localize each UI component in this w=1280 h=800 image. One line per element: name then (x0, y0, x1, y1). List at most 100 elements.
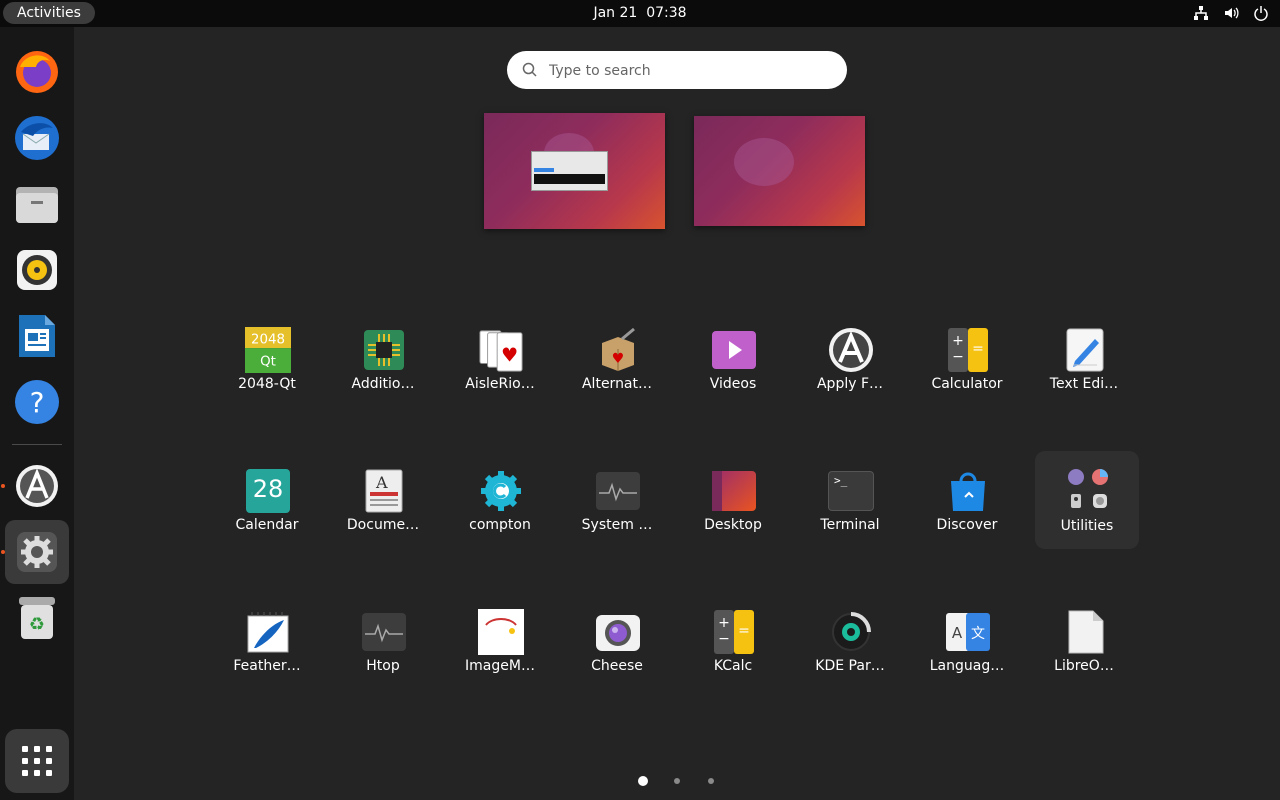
page-dot-2[interactable] (674, 778, 680, 784)
app-desktop[interactable]: Desktop (681, 464, 785, 560)
app-label: Apply F… (816, 376, 884, 392)
app-label: compton (469, 517, 531, 533)
app-kde-partition-manager[interactable]: KDE Par… (798, 605, 902, 701)
writer-icon (19, 315, 55, 357)
dock: ? ♻ (0, 27, 74, 800)
app-kcalc[interactable]: + − = KCalc (681, 605, 785, 701)
app-aisleriot[interactable]: ♥ AisleRio… (448, 323, 552, 419)
app-label: KDE Par… (815, 658, 885, 674)
app-label: ImageM… (465, 658, 535, 674)
compton-icon (478, 468, 524, 514)
svg-text:A: A (375, 473, 388, 492)
dock-item-software[interactable] (5, 454, 69, 518)
app-label: LibreO… (1054, 658, 1114, 674)
svg-text:=: = (972, 341, 984, 357)
dock-item-thunderbird[interactable] (5, 106, 69, 170)
app-document-viewer[interactable]: A Docume… (331, 464, 435, 560)
dock-item-rhythmbox[interactable] (5, 238, 69, 302)
app-imagemagick[interactable]: ImageM… (448, 605, 552, 701)
dock-item-writer[interactable] (5, 304, 69, 368)
app-feathernotes[interactable]: Feather… (215, 605, 319, 701)
svg-text:=: = (738, 623, 750, 639)
dock-item-help[interactable]: ? (5, 370, 69, 434)
rhythmbox-icon (17, 250, 57, 290)
page-dot-1[interactable] (638, 776, 648, 786)
files-icon (16, 187, 58, 223)
calendar-tile: 28 (246, 469, 290, 513)
clock: Jan 21 07:38 (0, 0, 1280, 26)
app-label: AisleRio… (465, 376, 535, 392)
clock-button[interactable]: Jan 21 07:38 (593, 5, 686, 21)
window-thumbnail[interactable] (531, 151, 608, 191)
app-2048-qt[interactable]: 2048 Qt 2048-Qt (215, 323, 319, 419)
app-libreoffice[interactable]: LibreO… (1032, 605, 1136, 701)
workspace-thumbnail-2[interactable] (694, 116, 865, 226)
2048-icon: 2048 Qt (245, 327, 291, 373)
svg-text:♥: ♥ (612, 351, 625, 367)
app-videos[interactable]: Videos (681, 323, 785, 419)
window-thumbnail-accent (534, 168, 554, 172)
libreoffice-icon (1062, 609, 1108, 655)
app-label: Languag… (929, 658, 1005, 674)
wallpaper-jellyfish (734, 138, 794, 186)
videos-icon (711, 327, 757, 373)
dock-item-files[interactable] (5, 172, 69, 236)
app-htop[interactable]: Htop (331, 605, 435, 701)
dock-item-trash[interactable]: ♻ (5, 586, 69, 650)
app-cheese[interactable]: Cheese (565, 605, 669, 701)
software-icon (16, 465, 58, 507)
app-label: Alternat… (581, 376, 653, 392)
app-discover[interactable]: Discover (915, 464, 1019, 560)
dock-separator (12, 444, 62, 445)
search-box[interactable] (507, 51, 847, 89)
app-alternatives[interactable]: ♥ Alternat… (565, 323, 669, 419)
search-input[interactable] (547, 59, 831, 83)
app-label: Cheese (591, 658, 643, 674)
page-dot-3[interactable] (708, 778, 714, 784)
network-icon[interactable] (1192, 4, 1210, 22)
app-terminal[interactable]: >_ Terminal (798, 464, 902, 560)
app-label: KCalc (713, 658, 753, 674)
thunderbird-icon (15, 116, 59, 160)
svg-text:?: ? (30, 386, 45, 419)
svg-text:♻: ♻ (29, 614, 45, 635)
app-label: Additio… (351, 376, 415, 392)
svg-text:Qt: Qt (260, 354, 276, 369)
workspace-thumbnail-1[interactable] (484, 113, 665, 229)
window-thumbnail-bar (534, 174, 605, 184)
app-label: Calculator (931, 376, 1003, 392)
terminal-icon: >_ (828, 468, 874, 514)
app-calculator[interactable]: + − = Calculator (915, 323, 1019, 419)
dock-item-settings[interactable] (5, 520, 69, 584)
app-label: Docume… (346, 517, 420, 533)
svg-text:文: 文 (971, 626, 985, 642)
app-label: Videos (709, 376, 757, 392)
folder-utilities[interactable]: Utilities (1035, 451, 1139, 549)
trash-icon: ♻ (19, 597, 55, 639)
show-apps-button[interactable] (5, 729, 69, 793)
settings-icon (17, 532, 57, 572)
apply-icon (828, 327, 874, 373)
svg-text:2048: 2048 (251, 332, 285, 347)
system-tray[interactable] (1192, 4, 1270, 22)
app-language-support[interactable]: A文 Languag… (915, 605, 1019, 701)
dock-item-firefox[interactable] (5, 40, 69, 104)
terminal-prompt: >_ (834, 474, 848, 487)
app-text-editor[interactable]: Text Edi… (1032, 323, 1136, 419)
app-additional-drivers[interactable]: Additio… (331, 323, 435, 419)
document-viewer-icon: A (361, 468, 407, 514)
app-label: Utilities (1060, 518, 1114, 534)
power-icon[interactable] (1252, 4, 1270, 22)
app-apply-full-upgrade[interactable]: Apply F… (798, 323, 902, 419)
app-compton[interactable]: compton (448, 464, 552, 560)
volume-icon[interactable] (1222, 4, 1240, 22)
svg-text:A: A (952, 624, 963, 642)
terminal-tile: >_ (828, 471, 874, 511)
top-bar: Activities Jan 21 07:38 (0, 0, 1280, 27)
activities-button[interactable]: Activities (3, 2, 95, 24)
app-system-monitor[interactable]: System … (565, 464, 669, 560)
app-calendar[interactable]: 28 Calendar (215, 464, 319, 560)
app-grid-icon (22, 746, 52, 776)
app-label: Desktop (704, 517, 762, 533)
help-icon: ? (15, 380, 59, 424)
